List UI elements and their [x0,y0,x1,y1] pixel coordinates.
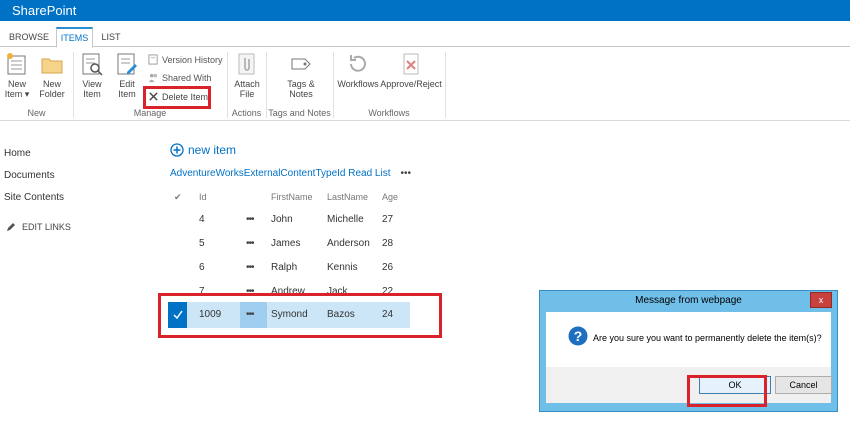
workflows-button[interactable]: Workflows [337,52,379,89]
group-separator [445,52,446,118]
dialog-title: Message from webpage [635,295,742,306]
new-folder-label-1: New [42,79,61,89]
attach-file-label-2: File [239,89,255,99]
quick-launch: Home Documents Site Contents [4,147,104,213]
new-item-label-2: Item [4,89,23,99]
folder-icon [41,58,63,74]
row-menu-icon[interactable]: ••• [246,214,254,225]
version-history-icon [148,54,158,65]
edit-item-label-1: Edit [119,79,135,89]
attach-file-button[interactable]: Attach File [232,52,262,99]
nav-documents[interactable]: Documents [4,169,104,191]
group-label-tags: Tags and Notes [268,108,331,118]
cell-lastname: Michelle [327,214,364,225]
brand-label[interactable]: SharePoint [12,3,76,18]
new-folder-button[interactable]: New Folder [38,52,66,99]
edit-links-label: EDIT LINKS [22,222,71,232]
shared-with-label: Shared With [162,72,212,83]
tab-items[interactable]: ITEMS [56,27,93,48]
view-item-icon [82,53,103,76]
row-menu-icon[interactable]: ••• [246,262,254,273]
column-header-lastname[interactable]: LastName [327,192,368,202]
cell-age: 26 [382,262,394,273]
group-label-workflows: Workflows [368,108,410,118]
version-history-label: Version History [162,54,223,65]
tags-notes-button[interactable]: Tags & Notes [280,52,322,99]
new-item-icon [7,53,26,75]
column-header-age[interactable]: Age [382,192,398,202]
new-item-link[interactable]: new item [170,143,236,157]
delete-item-highlight [143,86,211,109]
edit-links-button[interactable]: EDIT LINKS [6,222,71,232]
suite-bar: SharePoint [0,0,850,21]
view-item-label-2: Item [83,89,101,99]
question-icon: ? [568,326,588,346]
approve-reject-button[interactable]: Approve/Reject [380,52,442,89]
row-menu-icon[interactable]: ••• [246,238,254,249]
dropdown-arrow-icon: ▾ [22,89,30,99]
column-header-firstname[interactable]: FirstName [271,192,313,202]
ribbon-tabs: BROWSE ITEMS LIST [0,27,850,48]
group-label-new: New [27,108,46,118]
ribbon: New Item ▾ New Folder New View Item Edit… [0,48,850,121]
cell-firstname: John [271,214,293,225]
cell-id: 5 [199,238,205,249]
approve-reject-label: Approve/Reject [380,79,442,89]
edit-item-label-2: Item [118,89,136,99]
tab-list[interactable]: LIST [97,27,125,48]
workflows-label: Workflows [337,79,379,89]
new-item-label-1: New [7,79,26,89]
select-all-checkmark-icon[interactable]: ✔ [174,192,182,203]
nav-site-contents[interactable]: Site Contents [4,191,104,213]
edit-item-button[interactable]: Edit Item [113,52,141,99]
approve-reject-icon [403,53,419,75]
ok-button-highlight [687,375,767,407]
cancel-button[interactable]: Cancel [775,376,832,394]
tag-icon [291,58,311,70]
cell-id: 6 [199,262,205,273]
new-item-button[interactable]: New Item ▾ [3,52,31,99]
group-label-manage: Manage [133,108,167,118]
edit-item-icon [117,53,137,75]
cell-lastname: Kennis [327,262,358,273]
group-label-actions: Actions [231,108,262,118]
cell-firstname: James [271,238,301,249]
cell-id: 4 [199,214,205,225]
close-icon[interactable]: x [810,292,832,308]
new-item-label: new item [188,143,237,157]
nav-home[interactable]: Home [4,147,104,169]
shared-with-button[interactable]: Shared With [148,72,212,83]
workflow-icon [350,55,366,72]
tags-notes-label-2: Notes [289,89,313,99]
list-view-title: AdventureWorksExternalContentTypeId Read… [170,168,411,179]
attach-file-label-1: Attach [234,79,260,89]
cell-lastname: Anderson [327,238,370,249]
view-item-button[interactable]: View Item [78,52,106,99]
people-icon [148,73,158,83]
tab-browse[interactable]: BROWSE [6,27,52,48]
new-folder-label-2: Folder [39,89,65,99]
cell-firstname: Ralph [271,262,298,273]
list-view-menu-icon[interactable]: ••• [401,168,412,179]
dialog-body: ? Are you sure you want to permanently d… [546,312,831,367]
cell-age: 28 [382,238,394,249]
plus-circle-icon [170,143,184,157]
tags-notes-label-1: Tags & [287,79,315,89]
svg-text:?: ? [574,328,583,344]
list-title-link[interactable]: AdventureWorksExternalContentTypeId Read… [170,168,391,179]
dialog-message: Are you sure you want to permanently del… [593,333,822,343]
version-history-button[interactable]: Version History [148,54,223,65]
view-item-label-1: View [82,79,102,89]
paperclip-icon [238,53,255,75]
selected-row-highlight [158,293,442,338]
column-header-id[interactable]: Id [199,192,207,202]
pencil-icon [7,223,15,231]
cell-age: 27 [382,214,394,225]
